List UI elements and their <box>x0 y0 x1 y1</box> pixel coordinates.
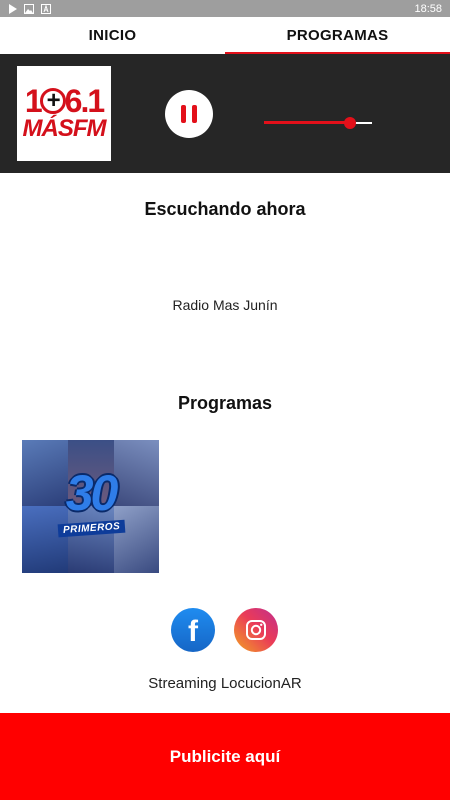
instagram-button[interactable] <box>234 608 278 652</box>
pause-button[interactable] <box>165 90 213 138</box>
status-bar: 18:58 <box>0 0 450 17</box>
social-links: f <box>171 608 278 652</box>
logo-digit-1: 1 <box>24 82 43 119</box>
tab-inicio[interactable]: INICIO <box>0 17 225 54</box>
logo-frequency: 1 + 6.1 <box>24 82 106 119</box>
station-name: Radio Mas Junín <box>172 297 278 313</box>
logo-digits-rest: 6.1 <box>64 82 106 119</box>
logo-brand: MÁSFM <box>22 114 107 142</box>
pause-icon-bar <box>192 105 197 123</box>
volume-thumb[interactable] <box>344 117 357 129</box>
text-icon <box>41 3 51 14</box>
logo-plus-icon: + <box>39 87 66 114</box>
now-playing-heading: Escuchando ahora <box>144 199 306 219</box>
programs-heading: Programas <box>177 393 273 413</box>
app-screen: 18:58 INICIO PROGRAMAS 1 + 6.1 MÁSFM Esc… <box>0 0 450 800</box>
facebook-button[interactable]: f <box>171 608 215 652</box>
streaming-credit: Streaming LocucionAR <box>148 675 302 692</box>
image-icon <box>24 3 34 14</box>
program-card[interactable]: 30 PRIMEROS <box>22 440 159 573</box>
pause-icon <box>181 105 186 123</box>
player-bar: 1 + 6.1 MÁSFM <box>0 54 450 173</box>
play-icon <box>9 3 17 14</box>
advertise-button[interactable]: Publicite aquí <box>0 713 450 800</box>
volume-slider[interactable] <box>264 117 372 129</box>
station-logo: 1 + 6.1 MÁSFM <box>17 66 111 161</box>
instagram-icon <box>246 620 266 640</box>
status-icons <box>8 3 51 14</box>
program-number: 30 <box>65 465 119 521</box>
status-time: 18:58 <box>414 2 442 15</box>
tab-bar: INICIO PROGRAMAS <box>0 17 450 54</box>
facebook-icon: f <box>188 615 198 648</box>
volume-fill <box>264 121 351 124</box>
tab-programas[interactable]: PROGRAMAS <box>225 17 450 54</box>
